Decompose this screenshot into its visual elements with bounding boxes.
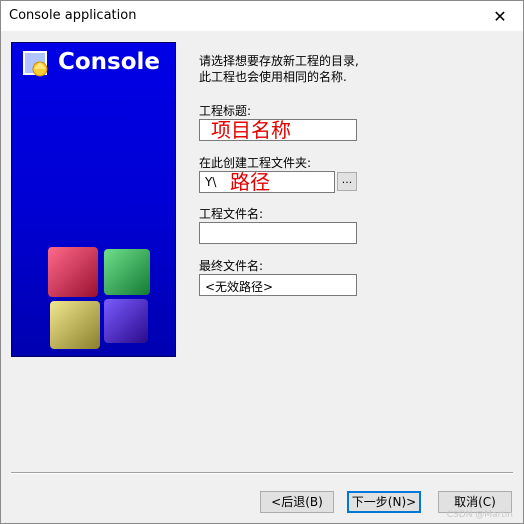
codeblocks-logo-icon (23, 51, 48, 77)
title-bar: Console application ✕ (1, 1, 523, 31)
folder-annotation: 路径 (230, 170, 270, 194)
project-title-annotation: 项目名称 (211, 118, 291, 142)
result-filename-label: 最终文件名: (199, 259, 264, 273)
description-line-2: 此工程也会使用相同的名称. (199, 70, 347, 84)
description-line-1: 请选择想要存放新工程的目录, (199, 54, 359, 68)
window-title: Console application (9, 8, 137, 23)
footer-separator (11, 472, 513, 474)
result-filename-field: <无效路径> (199, 274, 357, 296)
back-button[interactable]: <后退(B) (260, 491, 334, 513)
next-button[interactable]: 下一步(N)> (347, 491, 421, 513)
wizard-banner: Console (11, 42, 176, 357)
watermark: CSDN @Martin (446, 510, 513, 520)
dialog-window: Console application ✕ Console 请选择想要存放新工程… (0, 0, 524, 524)
wizard-description: 请选择想要存放新工程的目录, 此工程也会使用相同的名称. (199, 53, 359, 85)
close-button[interactable]: ✕ (477, 1, 523, 31)
banner-title: Console (58, 49, 161, 75)
project-title-label: 工程标题: (199, 104, 252, 118)
project-filename-input[interactable] (199, 222, 357, 244)
cubes-icon (48, 247, 150, 349)
browse-button[interactable]: ... (337, 172, 357, 191)
folder-label: 在此创建工程文件夹: (199, 156, 312, 170)
project-filename-label: 工程文件名: (199, 207, 264, 221)
